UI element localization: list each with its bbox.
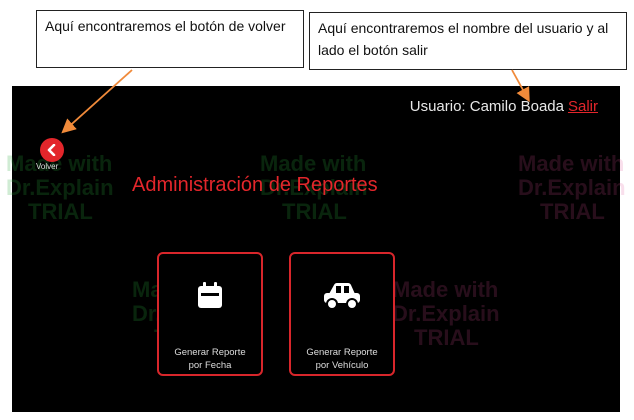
arrow-to-back-button [61,69,133,134]
arrow-to-user-info [511,69,530,103]
annotation-arrows [61,69,530,134]
